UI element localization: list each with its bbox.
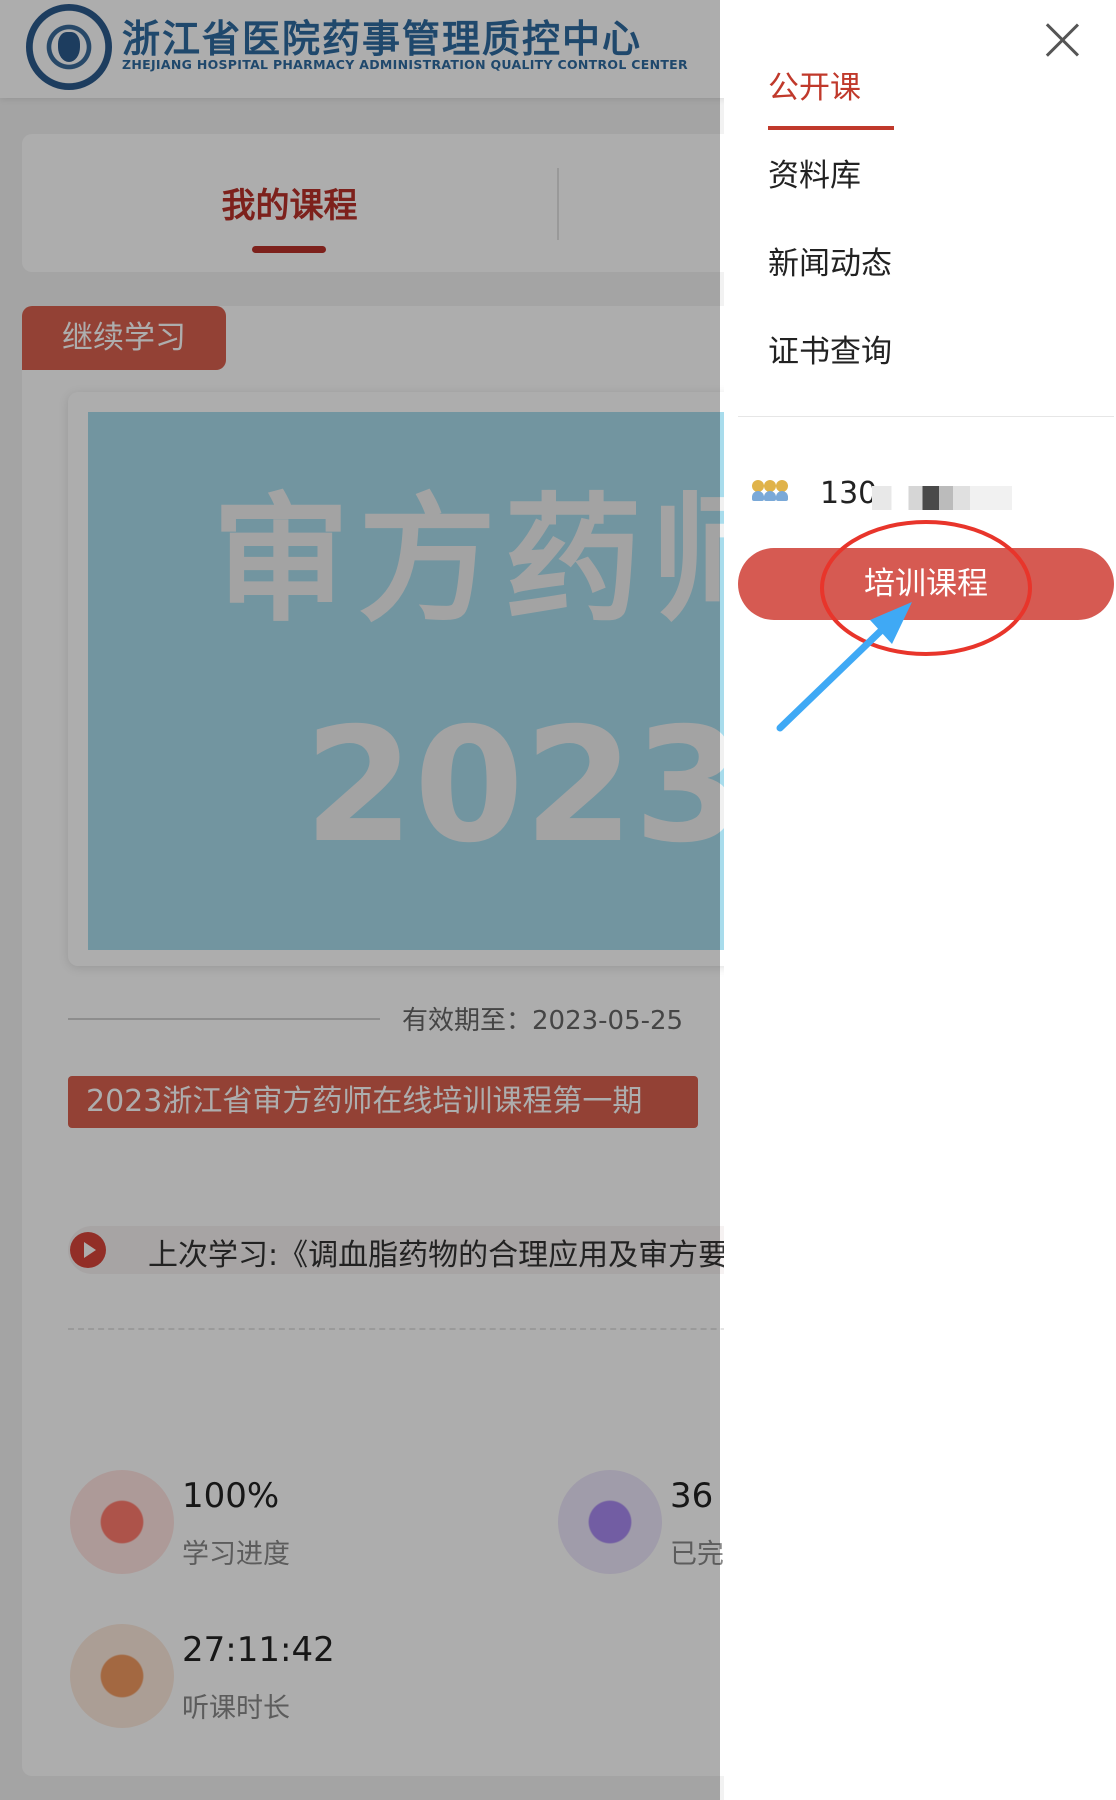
menu-item-open-course[interactable]: 公开课 — [768, 62, 861, 107]
menu-item-library[interactable]: 资料库 — [768, 150, 861, 195]
dim-overlay[interactable] — [0, 0, 720, 1800]
user-phone: 130 — [820, 476, 878, 511]
menu-item-news[interactable]: 新闻动态 — [768, 238, 892, 283]
menu-item-certificate[interactable]: 证书查询 — [768, 326, 892, 371]
training-course-button[interactable]: 培训课程 — [738, 548, 1114, 620]
close-icon[interactable] — [1042, 20, 1082, 60]
menu-active-underline — [768, 126, 894, 130]
drawer-divider — [738, 416, 1114, 417]
user-group-icon — [752, 480, 788, 504]
phone-redaction — [872, 486, 1012, 510]
side-drawer: 公开课 资料库 新闻动态 证书查询 130 培训课程 — [724, 0, 1116, 1800]
